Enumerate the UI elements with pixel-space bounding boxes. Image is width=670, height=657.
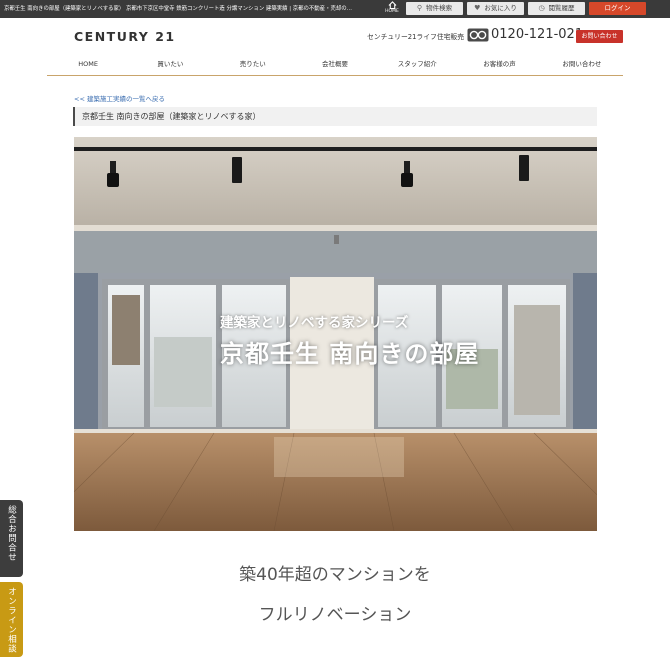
history-label: 閲覧履歴	[548, 4, 575, 12]
nav-buy[interactable]: 買いたい	[129, 55, 211, 75]
freedial-icon	[467, 28, 489, 42]
nav-home[interactable]: HOME	[47, 55, 129, 75]
top-bar: 京都壬生 南向きの部屋（建築家とリノベする家） 京都市下京区中堂寺 鉄筋コンクリ…	[0, 0, 670, 18]
century21-logo[interactable]: CENTURY 21	[74, 29, 176, 44]
online-consultation-label: オンライン相談	[6, 587, 17, 654]
general-inquiry-tab[interactable]: 総合お問合せ	[0, 500, 23, 577]
property-search-label: 物件検索	[426, 4, 453, 12]
contact-button[interactable]: お問い合わせ	[576, 30, 623, 43]
hero-series-caption: 建築家とリノベする家シリーズ	[220, 315, 409, 331]
hero-title-caption: 京都壬生 南向きの部屋	[220, 339, 480, 368]
home-label: HOME	[385, 9, 399, 14]
home-link[interactable]: HOME	[382, 1, 402, 17]
company-name: センチュリー21ライフ住宅販売	[367, 33, 465, 41]
hero-photo: 建築家とリノベする家シリーズ 京都壬生 南向きの部屋	[74, 137, 597, 531]
back-to-list-link[interactable]: << 建築施工実績の一覧へ戻る	[74, 93, 165, 103]
nav-staff[interactable]: スタッフ紹介	[376, 55, 458, 75]
property-search-button[interactable]: ⚲ 物件検索	[406, 2, 463, 15]
home-icon	[388, 1, 396, 9]
nav-voices[interactable]: お客様の声	[458, 55, 540, 75]
general-inquiry-label: 総合お問合せ	[6, 505, 17, 562]
online-consultation-tab[interactable]: オンライン相談	[0, 582, 23, 657]
global-nav: HOME 買いたい 売りたい 会社概要 スタッフ紹介 お客様の声 お問い合わせ	[47, 55, 623, 76]
nav-sell[interactable]: 売りたい	[212, 55, 294, 75]
lead-line-1: 築40年超のマンションを	[239, 565, 431, 585]
favorites-button[interactable]: ♥ お気に入り	[467, 2, 524, 15]
history-button[interactable]: ◷ 閲覧履歴	[528, 2, 585, 15]
lead-line-2: フルリノベーション	[258, 605, 412, 625]
page-breadcrumb: 京都壬生 南向きの部屋（建築家とリノベする家） 京都市下京区中堂寺 鉄筋コンクリ…	[4, 6, 353, 12]
heart-icon: ♥	[474, 4, 481, 12]
search-icon: ⚲	[416, 4, 423, 12]
favorites-label: お気に入り	[484, 4, 517, 12]
nav-company[interactable]: 会社概要	[294, 55, 376, 75]
phone-number: 0120-121-021	[491, 27, 584, 42]
clock-icon: ◷	[538, 4, 545, 12]
page-title: 京都壬生 南向きの部屋（建築家とリノベする家）	[73, 107, 597, 126]
login-button[interactable]: ログイン	[589, 2, 646, 15]
nav-contact[interactable]: お問い合わせ	[541, 55, 623, 75]
